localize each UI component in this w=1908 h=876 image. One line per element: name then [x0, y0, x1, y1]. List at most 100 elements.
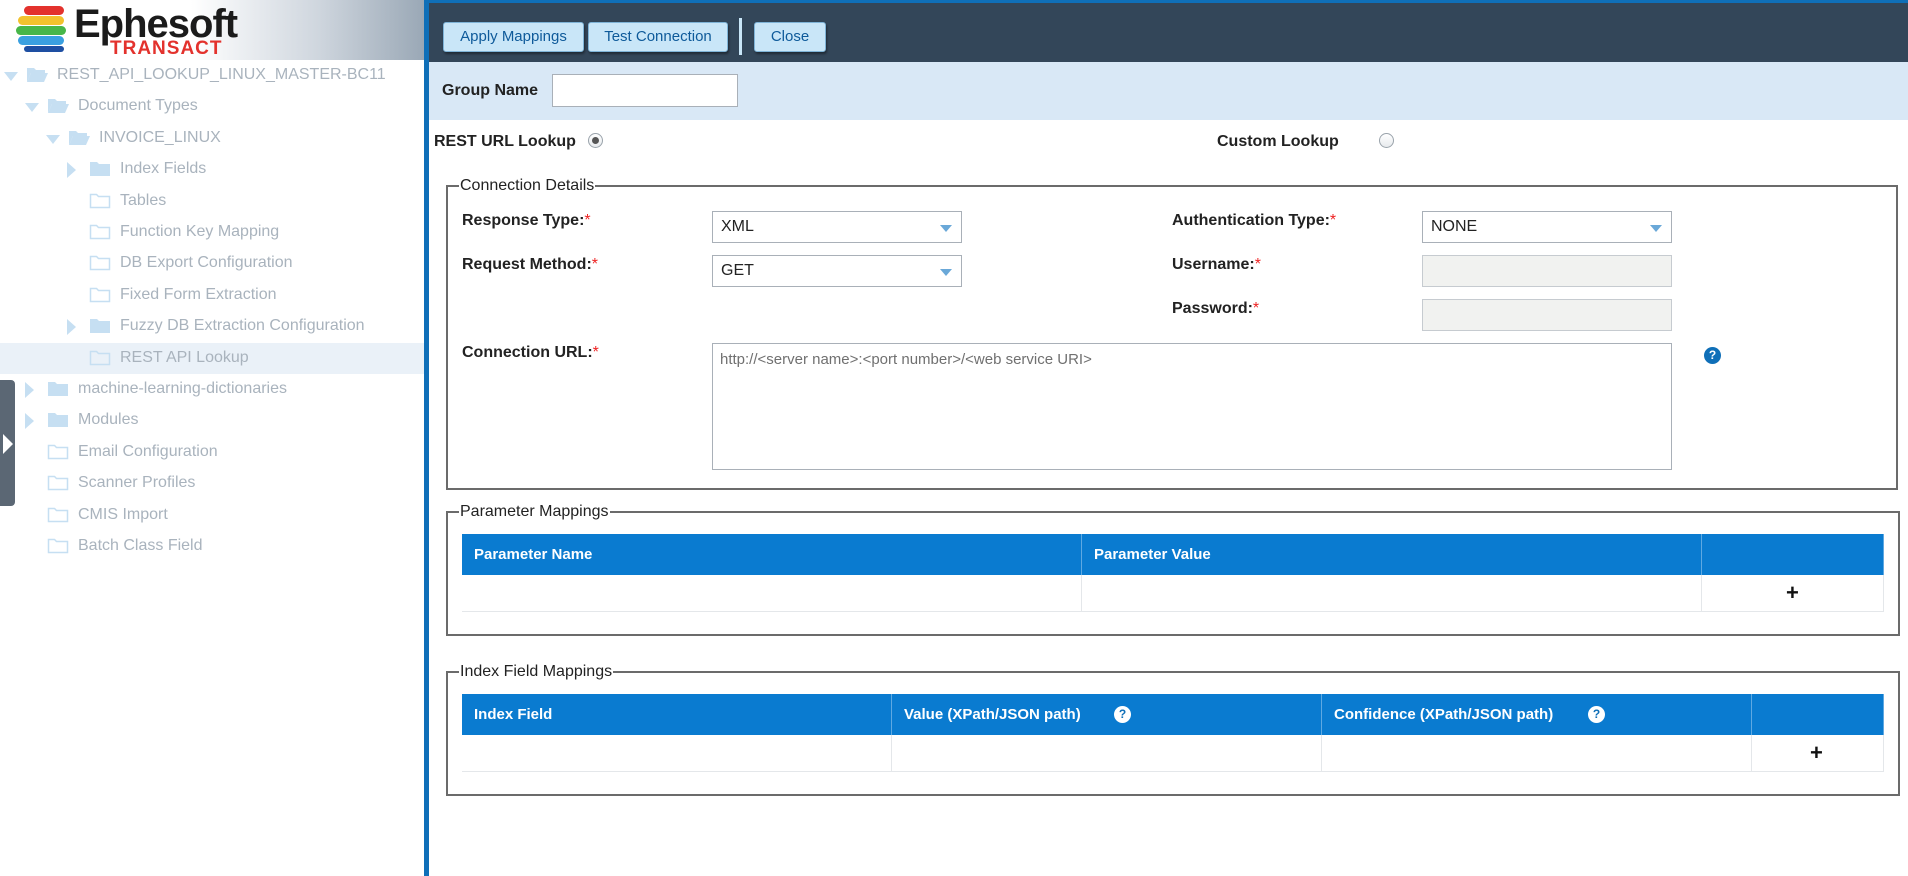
empty-folder-icon	[47, 538, 69, 554]
tree-node[interactable]: INVOICE_LINUX	[0, 123, 424, 154]
index-field-cell[interactable]	[462, 735, 892, 772]
group-name-bar: Group Name	[429, 62, 1908, 120]
tree-node[interactable]: Email Configuration	[0, 437, 424, 468]
tree-node-label: Index Fields	[120, 160, 207, 178]
tree-node[interactable]: Function Key Mapping	[0, 217, 424, 248]
tree-node-label: INVOICE_LINUX	[99, 128, 221, 146]
folder-icon	[90, 162, 110, 177]
rest-url-lookup-radio[interactable]	[588, 133, 603, 148]
group-name-input[interactable]	[552, 74, 738, 107]
tree-node-label: Email Configuration	[78, 442, 218, 460]
expand-right-icon[interactable]	[67, 162, 76, 179]
rest-lookup-editor: Apply Mappings Test Connection Close Gro…	[429, 0, 1908, 876]
tree-node[interactable]: Document Types	[0, 91, 424, 122]
request-method-select[interactable]: GET	[712, 255, 962, 287]
parameter-value-cell[interactable]	[1082, 575, 1702, 612]
app-window: Ephesoft TRANSACT REST_API_LOOKUP_LINUX_…	[0, 0, 1908, 876]
tree-node-label: Fuzzy DB Extraction Configuration	[120, 317, 365, 335]
empty-folder-icon	[89, 287, 111, 303]
expand-right-icon[interactable]	[25, 413, 34, 430]
response-type-select[interactable]: XML	[712, 211, 962, 243]
empty-folder-icon	[89, 224, 111, 240]
chevron-down-icon	[940, 225, 952, 232]
column-header-actions	[1752, 694, 1884, 735]
collapse-panel-handle[interactable]	[0, 380, 15, 506]
tree-node-label: REST API Lookup	[120, 348, 249, 366]
expand-down-icon[interactable]	[46, 134, 60, 144]
empty-folder-icon	[47, 444, 69, 460]
tree-node[interactable]: REST_API_LOOKUP_LINUX_MASTER-BC11	[0, 60, 424, 91]
open-folder-icon	[48, 99, 69, 114]
tree-node-label: DB Export Configuration	[120, 254, 293, 272]
confidence-path-cell[interactable]	[1322, 735, 1752, 772]
tree-node[interactable]: Fuzzy DB Extraction Configuration	[0, 311, 424, 342]
tree-node-label: Scanner Profiles	[78, 474, 196, 492]
confidence-path-help-icon[interactable]: ?	[1588, 706, 1605, 723]
tree-node[interactable]: Index Fields	[0, 154, 424, 185]
close-button[interactable]: Close	[754, 22, 826, 52]
folder-icon	[90, 319, 110, 334]
tree-node-label: REST_API_LOOKUP_LINUX_MASTER-BC11	[57, 66, 386, 83]
username-label: Username:*	[1172, 256, 1261, 273]
value-path-cell[interactable]	[892, 735, 1322, 772]
password-label: Password:*	[1172, 300, 1260, 317]
tree-node-label: Fixed Form Extraction	[120, 285, 277, 303]
tree-node-label: Modules	[78, 411, 139, 429]
tree-node[interactable]: Modules	[0, 405, 424, 436]
row-actions-cell: +	[1702, 575, 1884, 612]
apply-mappings-button[interactable]: Apply Mappings	[443, 22, 584, 52]
value-path-help-icon[interactable]: ?	[1114, 706, 1131, 723]
brand-logo: Ephesoft TRANSACT	[0, 0, 424, 60]
tree-node[interactable]: DB Export Configuration	[0, 248, 424, 279]
folder-icon	[48, 382, 68, 396]
open-folder-icon	[69, 130, 90, 145]
tree-node-label: Batch Class Field	[78, 537, 203, 554]
username-field[interactable]	[1422, 255, 1672, 287]
tree-node[interactable]: Tables	[0, 186, 424, 217]
tree-node[interactable]: Batch Class Field	[0, 531, 424, 562]
parameter-name-cell[interactable]	[462, 575, 1082, 612]
chevron-down-icon	[1650, 225, 1662, 232]
expand-right-icon[interactable]	[25, 382, 34, 398]
custom-lookup-radio[interactable]	[1379, 133, 1394, 148]
connection-url-label: Connection URL:*	[462, 344, 599, 361]
request-method-label: Request Method:*	[462, 256, 599, 273]
table-row: +	[462, 735, 1884, 772]
authentication-type-select[interactable]: NONE	[1422, 211, 1672, 243]
tree-node-label: Function Key Mapping	[120, 223, 280, 240]
chevron-down-icon	[940, 269, 952, 276]
expand-down-icon[interactable]	[25, 103, 39, 113]
empty-folder-icon	[47, 475, 69, 491]
tree-node[interactable]: REST API Lookup	[0, 342, 424, 374]
tree-node-label: Document Types	[78, 97, 198, 115]
parameter-mappings-legend: Parameter Mappings	[460, 503, 609, 520]
tree-node-label: Tables	[120, 191, 167, 209]
column-header-confidence-path: Confidence (XPath/JSON path) ?	[1322, 694, 1752, 735]
test-connection-button[interactable]: Test Connection	[588, 22, 728, 52]
expand-down-icon[interactable]	[4, 72, 18, 81]
password-field[interactable]	[1422, 299, 1672, 331]
logo-mark-icon	[16, 2, 68, 52]
empty-folder-icon	[89, 256, 111, 271]
add-parameter-icon[interactable]: +	[1786, 582, 1799, 604]
tree-node[interactable]: Fixed Form Extraction	[0, 280, 424, 311]
parameter-mappings-table: Parameter Name Parameter Value +	[462, 534, 1884, 612]
connection-url-input[interactable]: http://<server name>:<port number>/<web …	[712, 343, 1672, 470]
tree-node[interactable]: Scanner Profiles	[0, 468, 424, 499]
response-type-label: Response Type:*	[462, 212, 591, 229]
add-index-field-icon[interactable]: +	[1810, 742, 1823, 764]
tree-node[interactable]: CMIS Import	[0, 500, 424, 531]
expand-right-icon[interactable]	[67, 319, 76, 336]
left-panel: Ephesoft TRANSACT REST_API_LOOKUP_LINUX_…	[0, 0, 424, 876]
index-field-mappings-legend: Index Field Mappings	[460, 663, 613, 680]
column-header-actions	[1702, 534, 1884, 575]
tree-node[interactable]: machine-learning-dictionaries	[0, 374, 424, 405]
group-name-label: Group Name	[442, 82, 539, 99]
table-header: Parameter Name Parameter Value	[462, 534, 1884, 575]
connection-url-help-icon[interactable]: ?	[1704, 347, 1721, 364]
open-folder-icon	[27, 68, 48, 82]
tree-node-label: CMIS Import	[78, 505, 168, 523]
authentication-type-label: Authentication Type:*	[1172, 212, 1337, 229]
empty-folder-icon	[89, 350, 111, 365]
row-actions-cell: +	[1752, 735, 1884, 772]
